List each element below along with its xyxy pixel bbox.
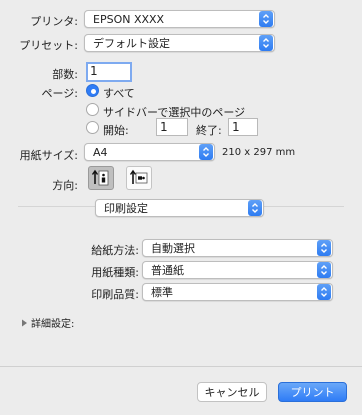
print-quality-label: 印刷品質: bbox=[91, 288, 139, 301]
advanced-settings-label: 詳細設定: bbox=[31, 319, 75, 330]
updown-chevron-icon bbox=[199, 144, 213, 160]
paper-type-select[interactable]: 普通紙 bbox=[142, 261, 333, 279]
updown-chevron-icon bbox=[259, 11, 273, 27]
orientation-label: 方向: bbox=[52, 179, 78, 192]
pages-end-field[interactable]: 1 bbox=[228, 118, 258, 136]
paper-size-label: 用紙サイズ: bbox=[19, 149, 78, 162]
pages-range-radio[interactable] bbox=[86, 121, 99, 134]
paper-type-label: 用紙種類: bbox=[91, 266, 139, 279]
disclosure-triangle-icon bbox=[22, 319, 27, 326]
updown-chevron-icon bbox=[317, 240, 331, 256]
section-value: 印刷設定 bbox=[104, 202, 148, 215]
landscape-icon bbox=[129, 169, 148, 184]
paper-type-value: 普通紙 bbox=[151, 264, 184, 277]
advanced-settings-disclosure[interactable]: 詳細設定: bbox=[21, 315, 74, 330]
printer-label: プリンタ: bbox=[30, 15, 78, 28]
paper-source-label: 給紙方法: bbox=[91, 244, 139, 257]
pages-all-radio[interactable] bbox=[86, 84, 99, 97]
pages-selection-radio[interactable] bbox=[86, 103, 99, 116]
pages-range-start-label: 開始: bbox=[103, 124, 129, 137]
pages-all-label: すべて bbox=[103, 87, 135, 100]
copies-label: 部数: bbox=[52, 68, 78, 81]
print-settings-section-select[interactable]: 印刷設定 bbox=[95, 199, 264, 217]
paper-source-value: 自動選択 bbox=[151, 242, 195, 255]
printer-value: EPSON XXXX bbox=[93, 12, 165, 26]
preset-label: プリセット: bbox=[19, 39, 78, 52]
updown-chevron-icon bbox=[259, 35, 273, 51]
landscape-orientation-button[interactable] bbox=[126, 166, 152, 190]
updown-chevron-icon bbox=[248, 200, 262, 216]
paper-size-dimensions: 210 x 297 mm bbox=[222, 147, 296, 158]
updown-chevron-icon bbox=[317, 284, 331, 300]
paper-size-value: A4 bbox=[93, 145, 108, 159]
preset-value: デフォルト設定 bbox=[93, 37, 170, 50]
footer-separator bbox=[0, 366, 362, 367]
paper-size-select[interactable]: A4 bbox=[84, 143, 215, 161]
preset-select[interactable]: デフォルト設定 bbox=[84, 34, 275, 52]
cancel-button[interactable]: キャンセル bbox=[197, 382, 267, 402]
pages-start-field[interactable]: 1 bbox=[156, 118, 188, 136]
print-quality-value: 標準 bbox=[151, 286, 173, 299]
copies-field[interactable]: 1 bbox=[86, 62, 132, 82]
print-button[interactable]: プリント bbox=[278, 382, 347, 402]
pages-label: ページ: bbox=[41, 87, 79, 100]
pages-end-label: 終了: bbox=[196, 124, 222, 137]
printer-select[interactable]: EPSON XXXX bbox=[84, 10, 275, 28]
portrait-orientation-button[interactable] bbox=[88, 166, 114, 190]
portrait-icon bbox=[91, 169, 109, 186]
updown-chevron-icon bbox=[317, 262, 331, 278]
print-quality-select[interactable]: 標準 bbox=[142, 283, 333, 301]
paper-source-select[interactable]: 自動選択 bbox=[142, 239, 333, 257]
